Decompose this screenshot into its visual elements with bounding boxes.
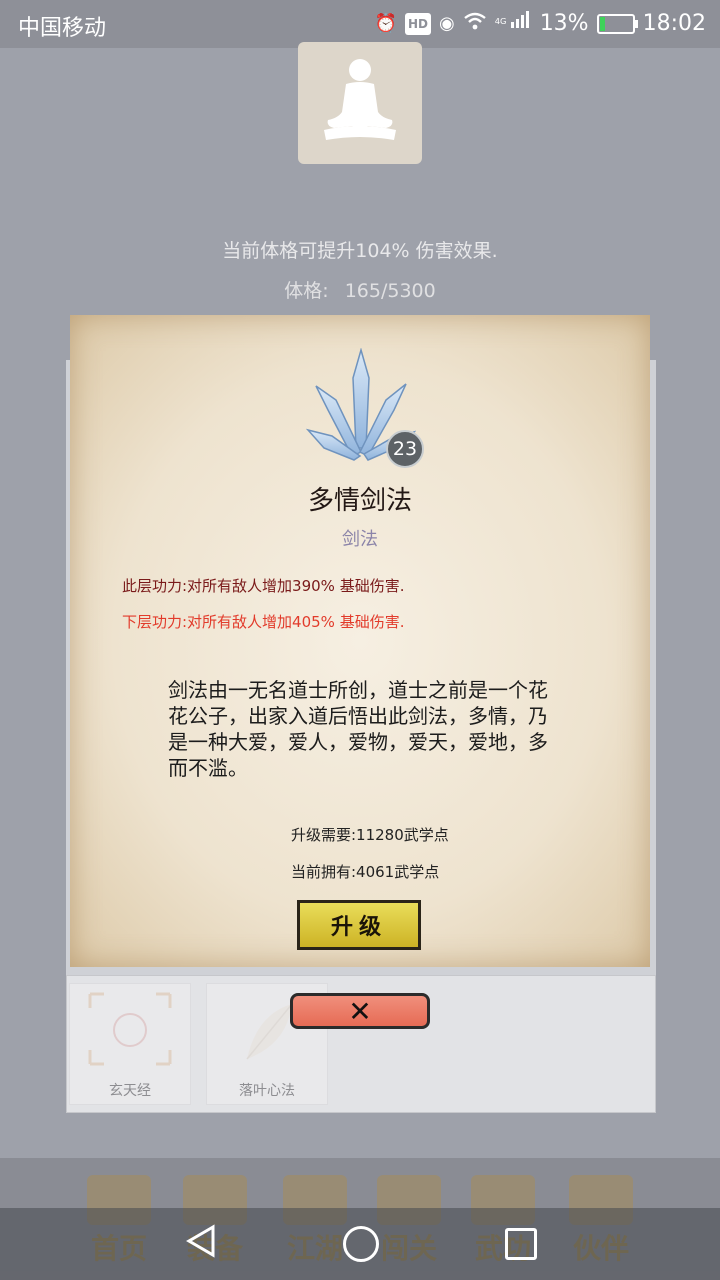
upgrade-button[interactable]: 升级 (297, 900, 421, 950)
skill-type: 剑法 (342, 529, 378, 550)
carrier-name: 中国移动 (18, 16, 107, 41)
home-icon[interactable] (343, 1226, 379, 1262)
physique-label: 体格: (284, 280, 329, 302)
recent-apps-icon[interactable] (505, 1228, 537, 1260)
alarm-icon: ⏰ (374, 12, 397, 34)
battery-percent: 13% (539, 11, 589, 37)
meditation-icon (324, 59, 396, 140)
current-points-text: 当前拥有:4061武学点 (291, 863, 440, 881)
eye-icon: ◉ (439, 12, 455, 34)
upgrade-required-text: 升级需要:11280武学点 (291, 826, 449, 844)
skill-card-xuantianjing[interactable]: 玄天经 (69, 983, 191, 1105)
skill-card-label: 玄天经 (109, 1083, 151, 1099)
wifi-icon (463, 12, 487, 36)
current-effect-text: 此层功力:对所有敌人增加390% 基础伤害. (122, 577, 405, 595)
meditation-avatar[interactable] (298, 42, 422, 164)
close-button[interactable]: ✕ (290, 993, 430, 1029)
network-type: 4G (494, 16, 507, 26)
skill-description: 剑法由一无名道士所创，道士之前是一个花花公子，出家入道后悟出此剑法，多情，乃是一… (168, 678, 548, 780)
status-icons: ⏰ HD ◉ 4G 13% 18:02 (375, 10, 706, 37)
hd-icon: HD (405, 12, 432, 35)
damage-boost-text: 当前体格可提升104% 伤害效果. (222, 240, 498, 262)
physique-value: 165/5300 (344, 280, 436, 302)
skill-level-badge: 23 (386, 430, 424, 468)
clock: 18:02 (642, 11, 706, 37)
battery-icon (596, 13, 638, 34)
book-icon (88, 992, 172, 1066)
back-icon[interactable] (185, 1224, 217, 1258)
skill-name: 多情剑法 (307, 486, 412, 516)
signal-icon: 4G (495, 10, 532, 37)
physique-line: 体格: 165/5300 (0, 276, 720, 303)
skill-card-label: 落叶心法 (239, 1083, 295, 1099)
next-effect-text: 下层功力:对所有敌人增加405% 基础伤害. (122, 613, 405, 631)
status-bar: 中国移动 ⏰ HD ◉ 4G 13% 18:02 (0, 0, 720, 48)
